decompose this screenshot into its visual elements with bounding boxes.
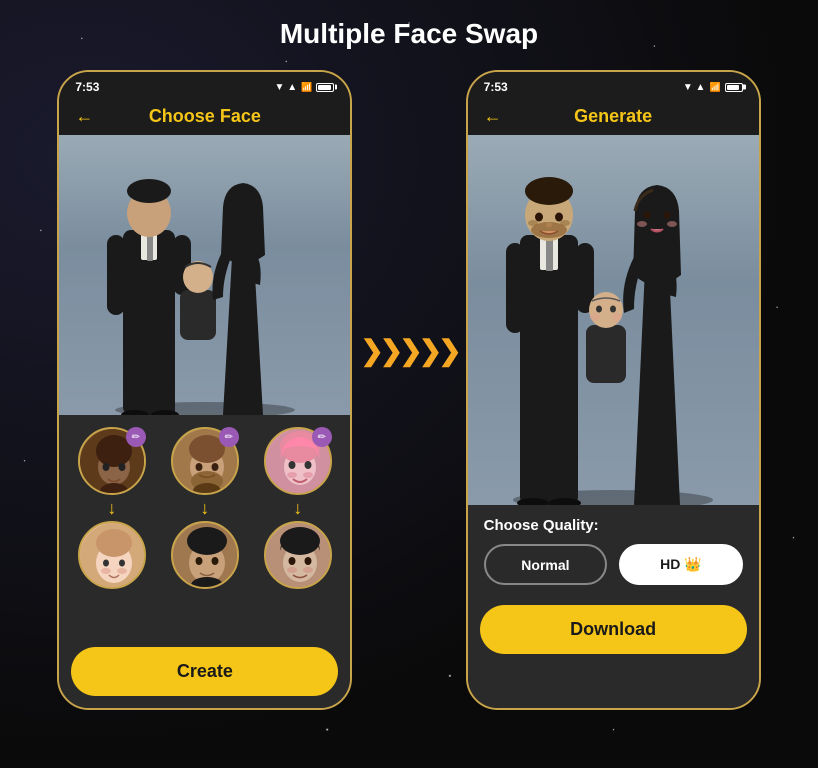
signal-icon-right: ▼ ▲ (683, 82, 706, 93)
signal-icon-left: ▼ ▲ (275, 82, 298, 93)
target-face-2-wrap[interactable] (171, 521, 239, 589)
wifi-icon-right: 📶 (709, 82, 720, 93)
quality-options: Normal HD 👑 (484, 544, 743, 585)
baby-face-svg (80, 523, 146, 589)
time-right: 7:53 (484, 80, 508, 94)
quality-label: Choose Quality: (484, 517, 743, 534)
asian-man-face-svg (173, 523, 239, 589)
source-face-1-wrap[interactable]: ✏ (78, 427, 146, 495)
edit-badge-1[interactable]: ✏ (126, 427, 146, 447)
face-swap-section: ✏ ↓ (59, 415, 350, 639)
right-phone-header: ← Generate (468, 98, 759, 135)
arrow-down-2: ↓ (200, 499, 209, 517)
battery-icon-right (725, 83, 743, 92)
woman2-face-svg (266, 523, 332, 589)
create-button[interactable]: Create (71, 647, 338, 696)
phones-container: 7:53 ▼ ▲ 📶 ← Choose Face (0, 70, 818, 710)
source-face-2-wrap[interactable]: ✏ (171, 427, 239, 495)
quality-hd-button[interactable]: HD 👑 (619, 544, 743, 585)
right-header-title: Generate (574, 106, 652, 127)
edit-badge-3[interactable]: ✏ (312, 427, 332, 447)
status-bar-left: 7:53 ▼ ▲ 📶 (59, 72, 350, 98)
time-left: 7:53 (75, 80, 99, 94)
target-face-3[interactable] (264, 521, 332, 589)
result-photo-right (468, 135, 759, 505)
result-family-svg (498, 135, 728, 505)
source-faces-row: ✏ ↓ (67, 427, 342, 589)
left-header-title: Choose Face (149, 106, 261, 127)
left-phone-header: ← Choose Face (59, 98, 350, 135)
battery-icon-left (316, 83, 334, 92)
main-photo-left (59, 135, 350, 415)
target-face-2[interactable] (171, 521, 239, 589)
face-pair-1: ✏ ↓ (78, 427, 146, 589)
family-svg-left (95, 135, 315, 415)
target-face-1[interactable] (78, 521, 146, 589)
left-phone: 7:53 ▼ ▲ 📶 ← Choose Face (57, 70, 352, 710)
arrows-between: ❯❯❯❯❯ (360, 334, 457, 367)
chevron-arrows-icon: ❯❯❯❯❯ (360, 334, 457, 367)
quality-normal-button[interactable]: Normal (484, 544, 608, 585)
source-face-3-wrap[interactable]: ✏ (264, 427, 332, 495)
left-phone-body: ✏ ↓ (59, 135, 350, 708)
arrow-down-3: ↓ (293, 499, 302, 517)
status-icons-right: ▼ ▲ 📶 (683, 82, 743, 93)
right-phone: 7:53 ▼ ▲ 📶 ← Generate (466, 70, 761, 710)
download-button[interactable]: Download (480, 605, 747, 654)
arrow-down-1: ↓ (107, 499, 116, 517)
edit-badge-2[interactable]: ✏ (219, 427, 239, 447)
status-bar-right: 7:53 ▼ ▲ 📶 (468, 72, 759, 98)
wifi-icon-left: 📶 (301, 82, 312, 93)
target-face-1-wrap[interactable] (78, 521, 146, 589)
status-icons-left: ▼ ▲ 📶 (275, 82, 335, 93)
quality-section: Choose Quality: Normal HD 👑 (468, 505, 759, 601)
right-phone-body: Choose Quality: Normal HD 👑 Download (468, 135, 759, 708)
face-pair-3: ✏ ↓ (264, 427, 332, 589)
page-title: Multiple Face Swap (0, 18, 818, 50)
family-photo-left (59, 135, 350, 415)
target-face-3-wrap[interactable] (264, 521, 332, 589)
back-button-left[interactable]: ← (75, 106, 93, 127)
back-button-right[interactable]: ← (484, 106, 502, 127)
main-photo-right (468, 135, 759, 505)
face-pair-2: ✏ ↓ (171, 427, 239, 589)
